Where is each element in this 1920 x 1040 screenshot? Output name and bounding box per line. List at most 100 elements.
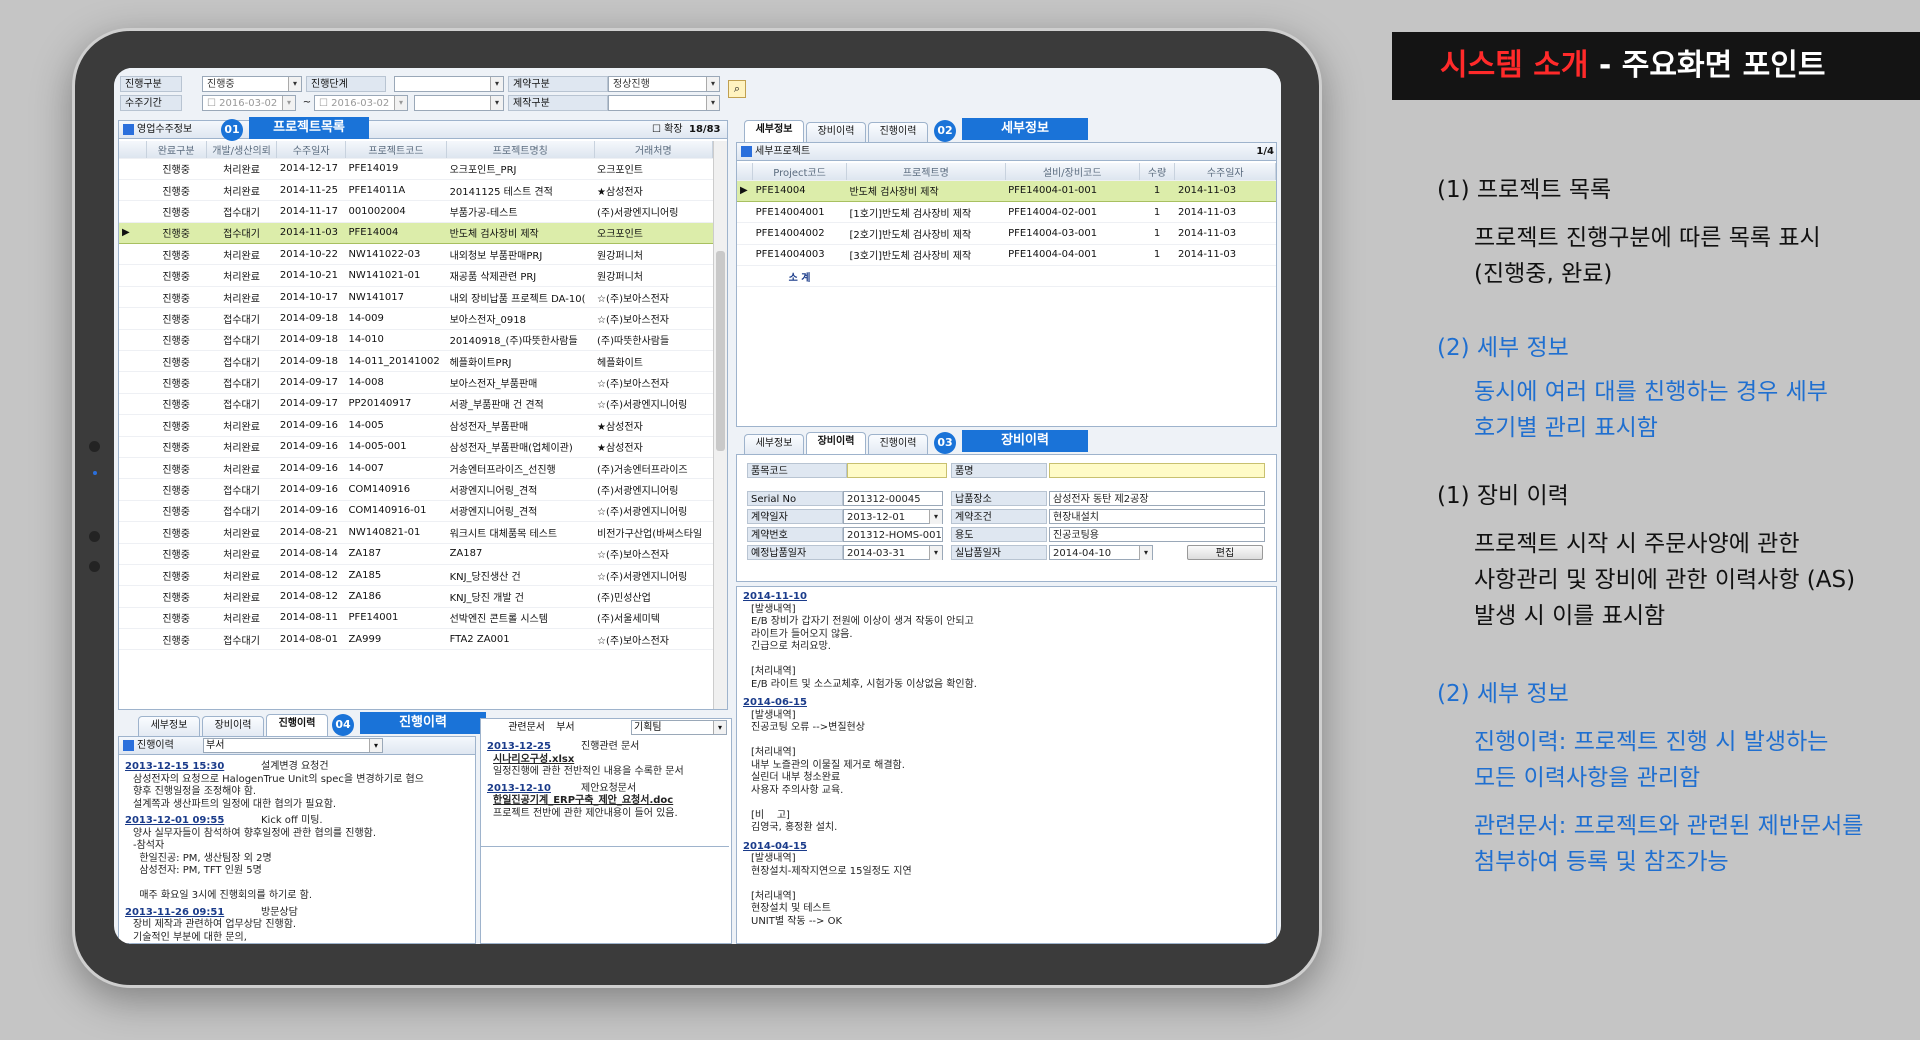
table-cell: 2014-08-12	[276, 564, 346, 587]
table-row[interactable]: 진행중 처리완료 2014-08-21 NW140821-01 워크시트 대체품목 테스…	[119, 521, 713, 544]
table-row[interactable]: 진행중 접수대기 2014-11-17 001002004 부품가공-테스트 (주)서광엔…	[119, 200, 713, 223]
tab-equip-history[interactable]: 장비이력	[202, 716, 264, 736]
note-line: 진행이력: 프로젝트 진행 시 발생하는	[1474, 729, 1829, 755]
history-entry-header[interactable]: 2013-11-26 09:51 방문상담	[125, 907, 469, 920]
table-row[interactable]: 진행중 접수대기 2014-09-17 14-008 보아스전자_부품판매 ☆(주)보아스…	[119, 371, 713, 394]
table-row[interactable]: 진행중 처리완료 2014-08-12 ZA186 KNJ_당진 개발 건 (주)민성산업	[119, 585, 713, 608]
tab-detail-info[interactable]: 세부정보	[744, 434, 804, 454]
doc-file-link[interactable]: 한일진공기계_ERP구축_제안_요청서.doc	[493, 795, 723, 808]
docs-dept-select[interactable]: 기획팀 ▾	[631, 720, 727, 735]
search-button[interactable]: ⌕	[728, 80, 746, 98]
table-row[interactable]: PFE14004001 [1호기]반도체 검사장비 제작 PFE14004-02-0…	[737, 201, 1276, 224]
table-row[interactable]: 진행중 처리완료 2014-09-16 14-007 거송엔터프라이즈_선진행 (주)거송…	[119, 457, 713, 480]
equip-history-text: 2014-11-10 [발생내역] E/B 장비가 갑자기 전원에 이상이 생겨 …	[737, 587, 1276, 938]
table-cell: PFE14004001	[752, 201, 847, 224]
stage-label: 진행단계	[306, 76, 386, 92]
table-row[interactable]: 진행중 처리완료 2014-08-14 ZA187 ZA187 ☆(주)보아스전자	[119, 543, 713, 565]
history-date[interactable]: 2014-06-15	[743, 697, 1270, 710]
table-row[interactable]: 진행중 처리완료 2014-08-11 PFE14001 선박엔진 콘트롤 시스템 (주)…	[119, 607, 713, 630]
contract-select[interactable]: 정상진행 ▾	[608, 76, 720, 92]
tab-equip-history[interactable]: 장비이력	[806, 432, 866, 454]
tab-detail-info[interactable]: 세부정보	[138, 716, 200, 736]
expand-checkbox[interactable]: ☐ 확장	[652, 121, 683, 139]
tab-detail-info[interactable]: 세부정보	[744, 120, 804, 142]
column-header[interactable]: 프로젝트명칭	[446, 141, 595, 159]
column-header[interactable]: Project코드	[752, 163, 847, 181]
table-row[interactable]: 진행중 처리완료 2014-10-21 NW141021-01 재공품 삭제관련 PRJ…	[119, 264, 713, 287]
doc-date[interactable]: 2013-12-25	[487, 741, 581, 754]
table-row[interactable]: PFE14004002 [2호기]반도체 검사장비 제작 PFE14004-03-0…	[737, 222, 1276, 245]
extra-select[interactable]: ▾	[414, 95, 504, 111]
planned-date-field[interactable]: 2014-03-31 ▾	[843, 545, 943, 560]
scrollbar-thumb[interactable]	[716, 251, 725, 451]
status-select[interactable]: 진행중 ▾	[202, 76, 302, 92]
period-from-date[interactable]: ☐ 2016-03-02 ▾	[202, 95, 296, 111]
tab-progress-history[interactable]: 진행이력	[868, 122, 928, 142]
table-row[interactable]: 진행중 접수대기 2014-09-18 14-010 20140918_(주)따뜻한사람…	[119, 329, 713, 352]
maker-select[interactable]: ▾	[608, 95, 720, 111]
table-row[interactable]: 진행중 접수대기 2014-09-18 14-009 보아스전자_0918 ☆(주)보아스…	[119, 307, 713, 330]
row-marker-header	[737, 163, 754, 181]
table-row[interactable]: 진행중 접수대기 2014-09-18 14-011_20141002 헤플화이트PRJ…	[119, 350, 713, 373]
table-row[interactable]: 진행중 처리완료 2014-10-17 NW141017 내외 장비납품 프로젝트 DA…	[119, 286, 713, 309]
tab-progress-history[interactable]: 진행이력	[868, 434, 928, 454]
table-row[interactable]: 진행중 접수대기 2014-09-17 PP20140917 서광_부품판매 건 견적 ☆…	[119, 393, 713, 416]
project-scrollbar[interactable]	[713, 141, 727, 709]
history-date[interactable]: 2014-11-10	[743, 591, 1270, 604]
dept-select[interactable]: 부서 ▾	[203, 738, 383, 753]
contract-date-field[interactable]: 2013-12-01 ▾	[843, 509, 943, 524]
doc-entry-header[interactable]: 2013-12-25 진행관련 문서	[487, 741, 723, 754]
contract-no-field[interactable]: 201312-HOMS-001	[843, 527, 943, 542]
table-cell: NW140821-01	[345, 521, 447, 544]
column-header[interactable]: 프로젝트코드	[345, 141, 448, 159]
table-row[interactable]: 진행중 처리완료 2014-09-16 14-005-001 삼성전자_부품판매(업체이…	[119, 436, 713, 458]
column-header[interactable]: 거래처명	[594, 141, 713, 159]
tab-progress-history[interactable]: 진행이력	[266, 714, 328, 736]
history-entry-header[interactable]: 2013-12-01 09:55 Kick off 미팅.	[125, 815, 469, 828]
table-row[interactable]: 진행중 접수대기 2014-09-16 COM140916 서광엔지니어링_견적 (주)서…	[119, 478, 713, 501]
period-to-date[interactable]: ☐ 2016-03-02 ▾	[314, 95, 408, 111]
column-header[interactable]: 개발/생산의뢰	[206, 141, 278, 159]
chevron-down-icon: ▾	[394, 96, 407, 110]
table-row[interactable]: 진행중 처리완료 2014-10-22 NW141022-03 내외청보 부품판매PRJ…	[119, 243, 713, 266]
table-row[interactable]: 진행중 접수대기 2014-09-16 COM140916-01 서광엔지니어링_견적 ☆…	[119, 500, 713, 523]
column-header[interactable]: 수주일자	[276, 141, 346, 159]
column-header[interactable]: 수량	[1139, 163, 1176, 181]
docs-dept-label: 부서	[556, 722, 575, 733]
table-row[interactable]: ▶ 진행중 접수대기 2014-11-03 PFE14004 반도체 검사장비 제작 오크포…	[119, 221, 713, 245]
doc-date[interactable]: 2013-12-10	[487, 783, 581, 796]
table-cell: PFE14004-03-001	[1005, 222, 1140, 245]
actual-date-field[interactable]: 2014-04-10 ▾	[1049, 545, 1153, 560]
table-row[interactable]: 진행중 처리완료 2014-08-12 ZA185 KNJ_당진생산 건 ☆(주)서광엔지…	[119, 564, 713, 587]
table-row[interactable]: 진행중 접수대기 2014-08-01 ZA999 FTA2 ZA001 ☆(주)보아스전…	[119, 628, 713, 651]
column-header[interactable]: 수주일자	[1174, 163, 1276, 181]
doc-file-link[interactable]: 시나리오구성.xlsx	[493, 754, 723, 767]
history-date[interactable]: 2013-12-15 15:30	[125, 761, 261, 774]
row-marker	[119, 478, 146, 501]
terms-field[interactable]: 현장내설치	[1049, 509, 1265, 524]
history-date[interactable]: 2014-04-15	[743, 841, 1270, 854]
table-row[interactable]: PFE14004003 [3호기]반도체 검사장비 제작 PFE14004-04-0…	[737, 244, 1276, 267]
history-date[interactable]: 2013-11-26 09:51	[125, 907, 261, 920]
column-header[interactable]: 완료구분	[146, 141, 207, 159]
table-row[interactable]: 진행중 처리완료 2014-09-16 14-005 삼성전자_부품판매 ★삼성전자	[119, 414, 713, 437]
doc-entry-header[interactable]: 2013-12-10 제안요청문서	[487, 783, 723, 796]
item-name-field[interactable]	[1049, 463, 1265, 478]
history-entry-header[interactable]: 2013-12-15 15:30 설계변경 요청건	[125, 761, 469, 774]
place-field[interactable]: 삼성전자 동탄 제2공장	[1049, 491, 1265, 506]
table-row[interactable]: 진행중 처리완료 2014-11-25 PFE14011A 20141125 테스트 견…	[119, 179, 713, 202]
tab-equip-history[interactable]: 장비이력	[806, 122, 866, 142]
use-field[interactable]: 진공코팅용	[1049, 527, 1265, 542]
column-header[interactable]: 프로젝트명	[846, 163, 1006, 181]
table-row[interactable]: 진행중 처리완료 2014-12-17 PFE14019 오크포인트_PRJ 오크포인트	[119, 158, 713, 180]
docs-tab-label[interactable]: 관련문서	[483, 720, 545, 736]
table-row[interactable]: ▶ PFE14004 반도체 검사장비 제작 PFE14004-01-001 1 2014…	[737, 179, 1276, 202]
item-code-field[interactable]	[847, 463, 947, 478]
history-date[interactable]: 2013-12-01 09:55	[125, 815, 261, 828]
maker-label: 제작구분	[508, 95, 608, 111]
table-cell: 2014-08-12	[276, 585, 346, 608]
stage-select[interactable]: ▾	[394, 76, 504, 92]
edit-button[interactable]: 편집	[1187, 545, 1263, 560]
serial-field[interactable]: 201312-00045	[843, 491, 943, 506]
column-header[interactable]: 설비/장비코드	[1005, 163, 1140, 181]
